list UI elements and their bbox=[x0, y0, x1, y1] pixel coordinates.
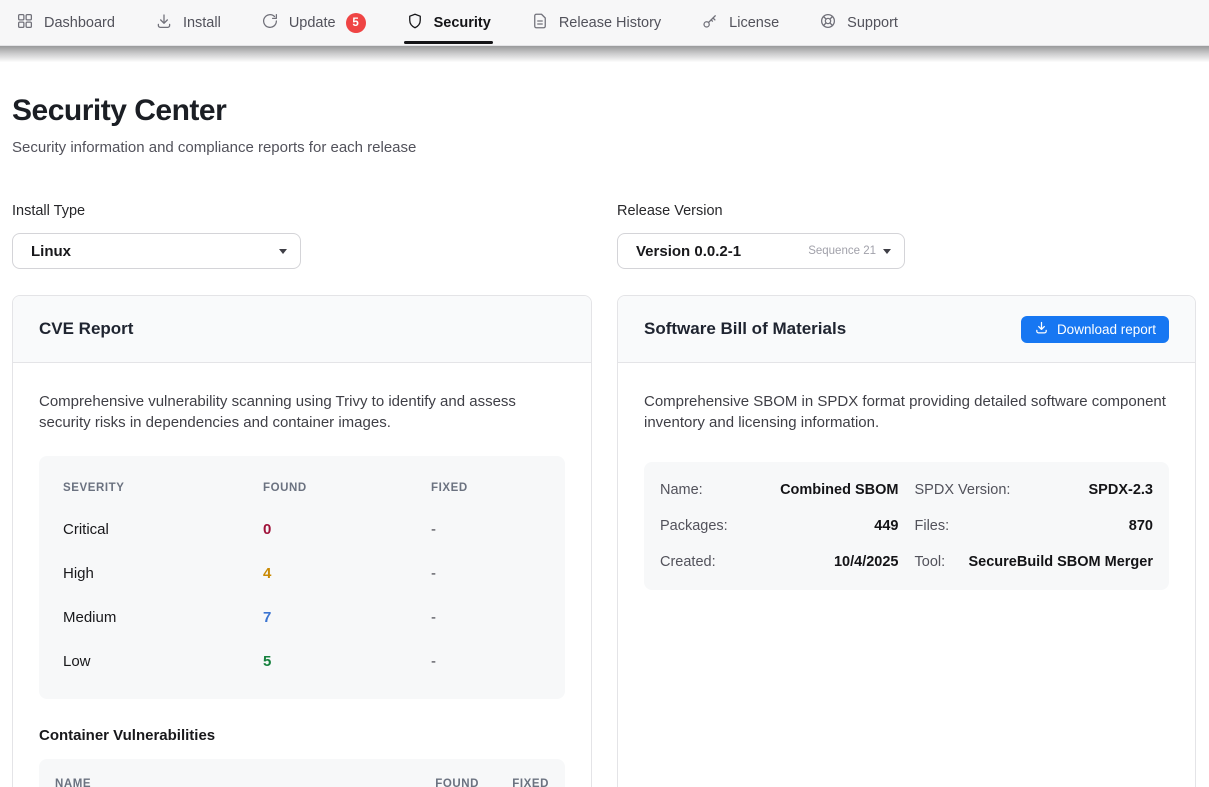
info-label: SPDX Version: bbox=[915, 482, 1011, 498]
release-sequence-label: Sequence 21 bbox=[808, 245, 876, 257]
column-header: NAME bbox=[55, 778, 399, 787]
sbom-info-item: SPDX Version: SPDX-2.3 bbox=[915, 472, 1154, 508]
nav-item-label: Install bbox=[183, 15, 221, 31]
nav-item-support[interactable]: Support bbox=[819, 0, 898, 46]
sbom-info-item: Packages: 449 bbox=[660, 508, 899, 544]
chevron-down-icon bbox=[279, 249, 287, 254]
column-header: SEVERITY bbox=[63, 482, 263, 494]
lifebuoy-icon bbox=[819, 12, 837, 34]
nav-item-release-history[interactable]: Release History bbox=[531, 0, 661, 46]
severity-label: Low bbox=[63, 653, 263, 670]
fixed-count: - bbox=[431, 521, 541, 538]
key-icon bbox=[701, 12, 719, 34]
sbom-info-item: Files: 870 bbox=[915, 508, 1154, 544]
found-count: 7 bbox=[263, 609, 431, 626]
release-version-label: Release Version bbox=[617, 203, 905, 219]
filters-row: Install Type Linux Release Version Versi… bbox=[12, 203, 1196, 269]
found-count: 4 bbox=[263, 565, 431, 582]
dashboard-grid-icon bbox=[16, 12, 34, 34]
release-version-filter: Release Version Version 0.0.2-1 Sequence… bbox=[617, 203, 905, 269]
install-type-select[interactable]: Linux bbox=[12, 233, 301, 269]
column-header: FOUND bbox=[399, 778, 479, 787]
found-count: 0 bbox=[263, 521, 431, 538]
release-version-value: Version 0.0.2-1 bbox=[636, 243, 741, 260]
cve-report-header: CVE Report bbox=[13, 296, 591, 363]
install-type-value: Linux bbox=[31, 243, 71, 260]
table-row: High 4 - bbox=[63, 551, 541, 595]
nav-item-install[interactable]: Install bbox=[155, 0, 221, 46]
sbom-description: Comprehensive SBOM in SPDX format provid… bbox=[644, 391, 1169, 433]
page-subtitle: Security information and compliance repo… bbox=[12, 139, 1196, 156]
release-version-select[interactable]: Version 0.0.2-1 Sequence 21 bbox=[617, 233, 905, 269]
severity-table-header: SEVERITY FOUND FIXED bbox=[63, 469, 541, 507]
info-value: SPDX-2.3 bbox=[1089, 482, 1153, 498]
severity-label: Critical bbox=[63, 521, 263, 538]
info-label: Tool: bbox=[915, 554, 946, 570]
main-content: Security Center Security information and… bbox=[0, 94, 1209, 787]
download-report-label: Download report bbox=[1057, 322, 1156, 337]
download-icon bbox=[155, 12, 173, 34]
download-report-button[interactable]: Download report bbox=[1021, 316, 1169, 343]
cve-report-description: Comprehensive vulnerability scanning usi… bbox=[39, 391, 565, 433]
info-label: Created: bbox=[660, 554, 716, 570]
sbom-info-panel: Name: Combined SBOM SPDX Version: SPDX-2… bbox=[644, 462, 1169, 590]
found-count: 5 bbox=[263, 653, 431, 670]
install-type-label: Install Type bbox=[12, 203, 301, 219]
info-value: SecureBuild SBOM Merger bbox=[968, 554, 1153, 570]
container-table-header: NAME FOUND FIXED bbox=[55, 759, 549, 787]
info-value: 870 bbox=[1129, 518, 1153, 534]
cve-report-title: CVE Report bbox=[39, 319, 133, 339]
sbom-title: Software Bill of Materials bbox=[644, 319, 846, 339]
severity-table: SEVERITY FOUND FIXED Critical 0 - High 4… bbox=[39, 456, 565, 699]
sbom-info-item: Tool: SecureBuild SBOM Merger bbox=[915, 544, 1154, 580]
top-nav: Dashboard Install Update 5 Security Rele… bbox=[0, 0, 1209, 46]
cards-row: CVE Report Comprehensive vulnerability s… bbox=[12, 295, 1196, 787]
refresh-icon bbox=[261, 12, 279, 34]
nav-item-dashboard[interactable]: Dashboard bbox=[16, 0, 115, 46]
fixed-count: - bbox=[431, 653, 541, 670]
update-badge: 5 bbox=[346, 13, 366, 33]
shield-icon bbox=[406, 12, 424, 34]
info-value: Combined SBOM bbox=[780, 482, 898, 498]
container-vulnerabilities-table: NAME FOUND FIXED bbox=[39, 759, 565, 787]
cve-report-body: Comprehensive vulnerability scanning usi… bbox=[13, 363, 591, 787]
severity-label: Medium bbox=[63, 609, 263, 626]
nav-item-label: Release History bbox=[559, 15, 661, 31]
column-header: FIXED bbox=[479, 778, 549, 787]
severity-label: High bbox=[63, 565, 263, 582]
nav-item-label: License bbox=[729, 15, 779, 31]
sbom-info-item: Name: Combined SBOM bbox=[660, 472, 899, 508]
sbom-info-item: Created: 10/4/2025 bbox=[660, 544, 899, 580]
header-shadow bbox=[0, 46, 1209, 62]
nav-item-label: Dashboard bbox=[44, 15, 115, 31]
table-row: Critical 0 - bbox=[63, 507, 541, 551]
download-icon bbox=[1034, 320, 1049, 338]
nav-item-update[interactable]: Update 5 bbox=[261, 0, 366, 46]
document-icon bbox=[531, 12, 549, 34]
info-label: Name: bbox=[660, 482, 703, 498]
info-label: Packages: bbox=[660, 518, 728, 534]
table-row: Medium 7 - bbox=[63, 595, 541, 639]
cve-report-card: CVE Report Comprehensive vulnerability s… bbox=[12, 295, 592, 787]
nav-item-label: Support bbox=[847, 15, 898, 31]
chevron-down-icon bbox=[883, 249, 891, 254]
nav-item-security[interactable]: Security bbox=[406, 0, 491, 46]
nav-item-label: Update bbox=[289, 15, 336, 31]
column-header: FOUND bbox=[263, 482, 431, 494]
install-type-filter: Install Type Linux bbox=[12, 203, 301, 269]
sbom-card: Software Bill of Materials Download repo… bbox=[617, 295, 1196, 787]
container-vulnerabilities-title: Container Vulnerabilities bbox=[39, 727, 565, 744]
nav-item-label: Security bbox=[434, 15, 491, 31]
nav-item-license[interactable]: License bbox=[701, 0, 779, 46]
info-label: Files: bbox=[915, 518, 950, 534]
column-header: FIXED bbox=[431, 482, 541, 494]
fixed-count: - bbox=[431, 565, 541, 582]
info-value: 10/4/2025 bbox=[834, 554, 899, 570]
info-value: 449 bbox=[874, 518, 898, 534]
sbom-header: Software Bill of Materials Download repo… bbox=[618, 296, 1195, 363]
sbom-body: Comprehensive SBOM in SPDX format provid… bbox=[618, 363, 1195, 618]
page-title: Security Center bbox=[12, 94, 1196, 128]
fixed-count: - bbox=[431, 609, 541, 626]
table-row: Low 5 - bbox=[63, 639, 541, 683]
